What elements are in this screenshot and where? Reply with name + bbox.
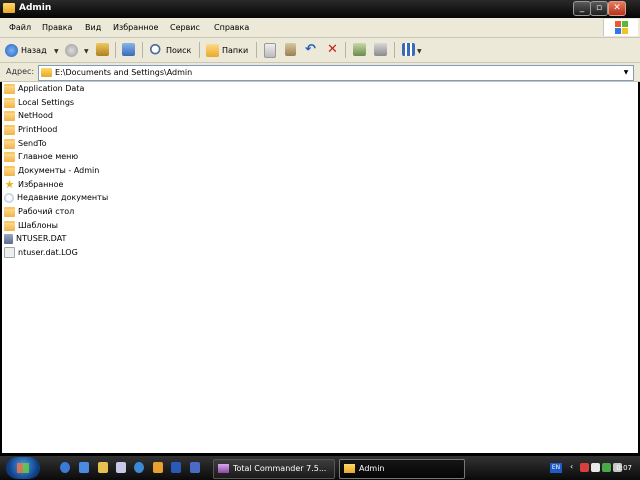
menu-file[interactable]: Файл <box>9 23 31 32</box>
dat-file-icon <box>4 233 13 244</box>
tray-icon[interactable] <box>591 463 600 472</box>
quicklaunch-icon[interactable] <box>116 462 126 473</box>
list-item[interactable]: SendTo <box>4 137 47 150</box>
quicklaunch-icon[interactable] <box>79 462 89 473</box>
toolbar-separator <box>394 42 395 58</box>
clock[interactable]: 0:07 <box>616 464 632 472</box>
menu-bar: Файл Правка Вид Избранное Сервис Справка <box>0 18 640 38</box>
folders-icon <box>206 43 219 57</box>
toolbar: Назад ▼ ▼ Поиск Папки ↶ ✕ ▼ <box>0 38 640 63</box>
list-item[interactable]: Документы - Admin <box>4 164 99 177</box>
total-commander-icon <box>218 464 229 473</box>
minimize-button[interactable]: _ <box>573 1 591 16</box>
tray-icon[interactable] <box>602 463 611 472</box>
address-input[interactable]: E:\Documents and Settings\Admin ▼ <box>38 65 634 81</box>
menu-help[interactable]: Справка <box>214 23 249 32</box>
forward-button[interactable] <box>65 42 78 58</box>
map-drive-icon[interactable] <box>353 43 366 56</box>
folder-icon <box>3 3 15 13</box>
window-title: Admin <box>19 3 52 13</box>
quicklaunch-icon[interactable] <box>134 462 144 473</box>
folder-icon <box>41 68 52 77</box>
quicklaunch-icon[interactable] <box>98 462 108 473</box>
address-value: E:\Documents and Settings\Admin <box>55 68 193 77</box>
taskbar-button-admin[interactable]: Admin <box>339 459 465 479</box>
toolbar-separator <box>115 42 116 58</box>
paste-icon[interactable] <box>285 43 296 56</box>
toolbar-separator <box>345 42 346 58</box>
list-item[interactable]: Local Settings <box>4 96 74 109</box>
folder-icon <box>4 206 15 217</box>
taskbar: Total Commander 7.5... Admin EN ‹ 0:07 <box>0 456 640 480</box>
back-label: Назад <box>21 45 47 55</box>
folder-icon <box>4 151 15 162</box>
menu-favorites[interactable]: Избранное <box>113 23 158 32</box>
toolbar-separator <box>199 42 200 58</box>
search-label: Поиск <box>166 45 192 55</box>
tray-expand-icon[interactable]: ‹ <box>570 462 573 471</box>
folder-icon <box>4 83 15 94</box>
undo-icon[interactable]: ↶ <box>305 42 316 57</box>
file-icon <box>4 247 15 258</box>
folders-button[interactable]: Папки <box>206 42 248 58</box>
back-arrow-icon <box>5 43 18 57</box>
back-button[interactable]: Назад <box>5 42 47 58</box>
copy-icon[interactable] <box>264 43 276 58</box>
file-list[interactable]: Application Data Local Settings NetHood … <box>2 82 638 453</box>
list-item[interactable]: Рабочий стол <box>4 205 74 218</box>
address-label: Адрес: <box>6 67 35 76</box>
system-tray: EN ‹ 0:07 <box>530 456 640 480</box>
toolbar-separator <box>142 42 143 58</box>
close-button[interactable]: ✕ <box>608 1 626 16</box>
search-button[interactable]: Поиск <box>150 42 191 58</box>
folder-icon <box>4 110 15 121</box>
refresh-icon[interactable] <box>122 43 135 56</box>
delete-icon[interactable]: ✕ <box>327 42 338 57</box>
forward-dropdown-icon[interactable]: ▼ <box>84 48 89 55</box>
tray-icon[interactable] <box>580 463 589 472</box>
quicklaunch-icon[interactable] <box>153 462 163 473</box>
disconnect-drive-icon[interactable] <box>374 43 387 56</box>
start-button[interactable] <box>6 457 40 479</box>
forward-arrow-icon <box>65 43 78 57</box>
windows-logo-icon <box>603 19 638 36</box>
search-icon <box>150 43 163 57</box>
folders-label: Папки <box>222 45 249 55</box>
taskbar-button-total-commander[interactable]: Total Commander 7.5... <box>213 459 335 479</box>
folder-icon <box>4 138 15 149</box>
list-item[interactable]: PrintHood <box>4 123 57 136</box>
list-item[interactable]: Application Data <box>4 82 84 95</box>
toolbar-separator <box>256 42 257 58</box>
menu-tools[interactable]: Сервис <box>170 23 200 32</box>
list-item[interactable]: ★ Избранное <box>4 178 64 191</box>
language-indicator[interactable]: EN <box>550 463 562 473</box>
folder-icon <box>4 165 15 176</box>
list-item[interactable]: NetHood <box>4 109 53 122</box>
list-item[interactable]: NTUSER.DAT <box>4 232 66 245</box>
star-icon: ★ <box>4 178 15 191</box>
up-folder-icon[interactable] <box>96 43 109 56</box>
menu-view[interactable]: Вид <box>85 23 101 32</box>
maximize-button[interactable]: ▫ <box>590 1 608 16</box>
folder-icon <box>4 220 15 231</box>
list-item[interactable]: ntuser.dat.LOG <box>4 246 78 259</box>
recent-docs-icon <box>4 192 14 203</box>
menu-edit[interactable]: Правка <box>42 23 72 32</box>
address-bar: Адрес: E:\Documents and Settings\Admin ▼ <box>0 63 640 82</box>
folder-icon <box>344 464 355 473</box>
back-dropdown-icon[interactable]: ▼ <box>54 48 59 55</box>
list-item[interactable]: Шаблоны <box>4 219 58 232</box>
windows-flag-icon <box>17 463 29 473</box>
views-dropdown-icon[interactable]: ▼ <box>417 48 422 55</box>
title-bar[interactable]: Admin _ ▫ ✕ <box>0 0 640 18</box>
address-dropdown-icon[interactable]: ▼ <box>620 67 632 78</box>
quicklaunch-icon[interactable] <box>190 462 200 473</box>
quicklaunch-icon[interactable] <box>171 462 181 473</box>
list-item[interactable]: Главное меню <box>4 150 78 163</box>
ie-icon[interactable] <box>60 462 70 473</box>
folder-icon <box>4 124 15 135</box>
folder-icon <box>4 97 15 108</box>
list-item[interactable]: Недавние документы <box>4 191 108 204</box>
views-icon[interactable] <box>402 43 415 56</box>
